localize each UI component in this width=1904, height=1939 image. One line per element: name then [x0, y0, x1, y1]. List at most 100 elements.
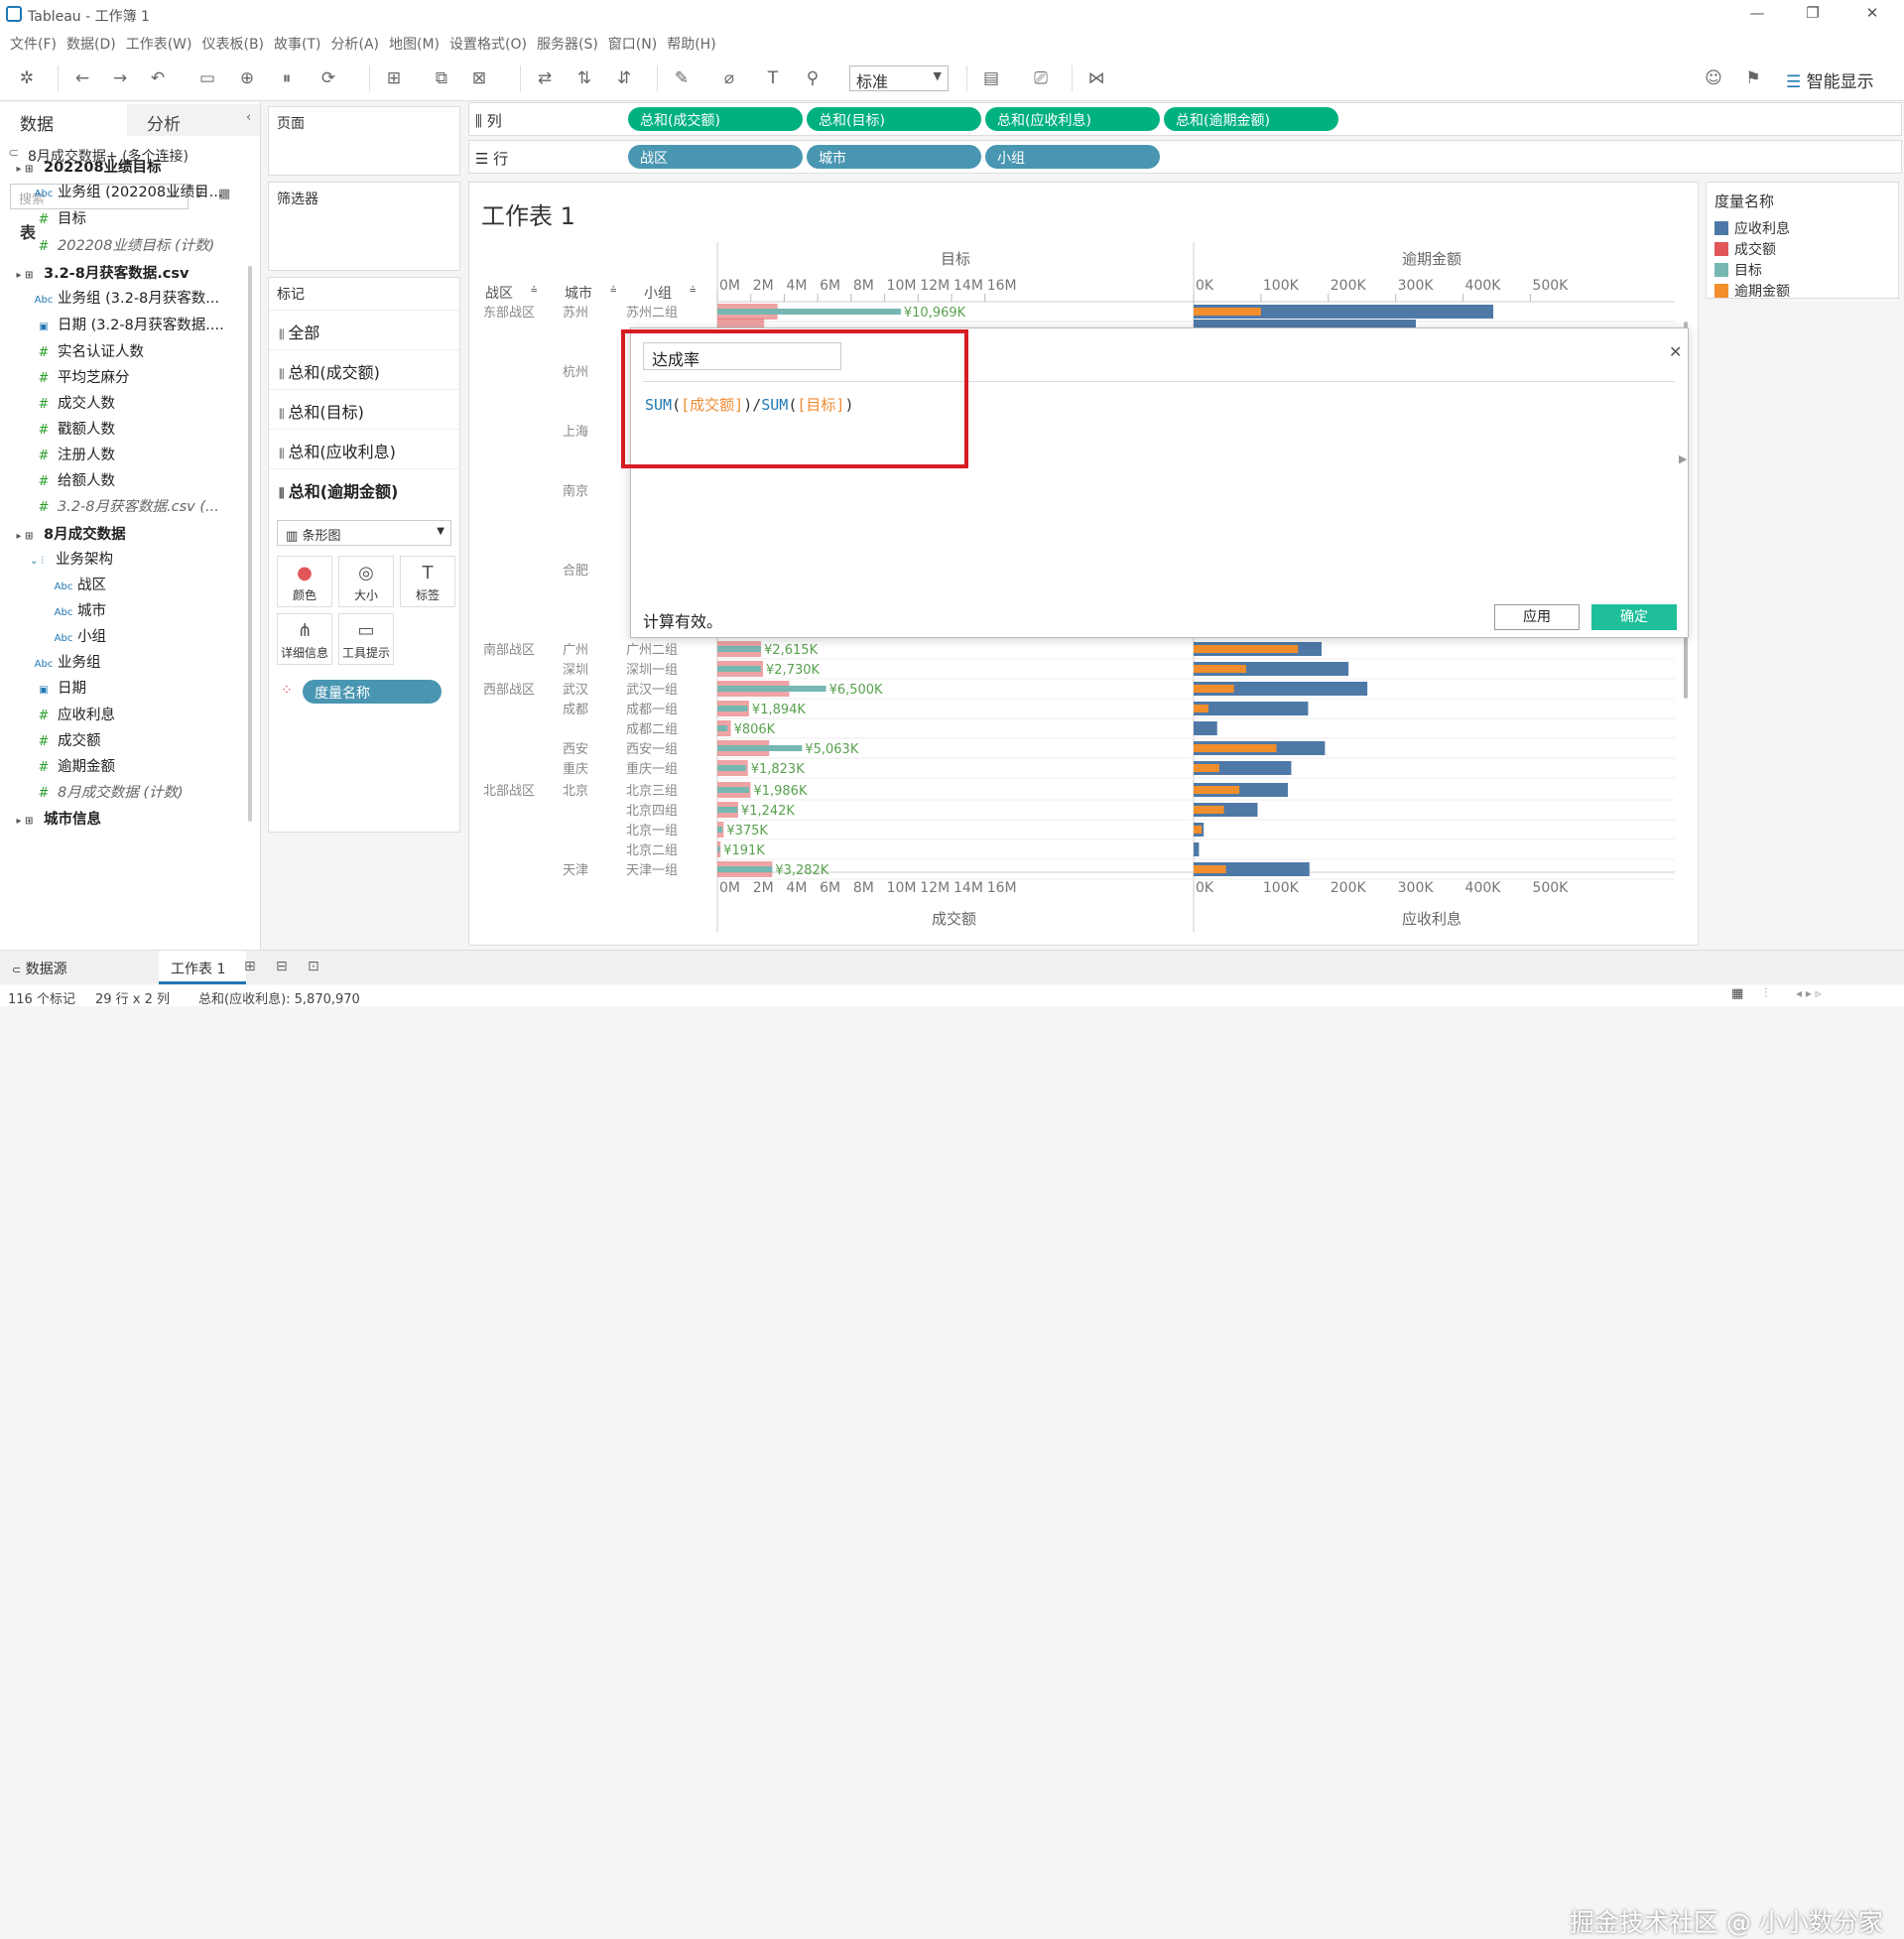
- field-item[interactable]: # 逾期金额: [34, 755, 115, 781]
- field-item[interactable]: # 成交人数: [34, 392, 115, 418]
- field-item[interactable]: # 应收利息: [34, 704, 115, 729]
- table-item[interactable]: ▸ ⊞ 3.2-8月获客数据.csv: [10, 262, 190, 288]
- menu-item[interactable]: 数据(D): [66, 34, 116, 54]
- field-item[interactable]: ▣ 日期 (3.2-8月获客数据....: [34, 314, 223, 339]
- filmstrip-icon[interactable]: ⫶: [1764, 986, 1767, 1001]
- collapse-pane-icon[interactable]: ‹: [246, 110, 251, 125]
- expand-arrow-icon[interactable]: ▶: [1679, 452, 1687, 465]
- mark-type-select[interactable]: ▥ 条形图 ▼: [277, 520, 451, 546]
- field-item[interactable]: Abc 战区: [54, 574, 106, 599]
- ask-data-icon[interactable]: ☺: [1701, 65, 1726, 91]
- legend-item[interactable]: 成交额: [1714, 239, 1776, 259]
- menu-item[interactable]: 地图(M): [389, 34, 440, 54]
- pause-update-icon[interactable]: ⏸: [274, 65, 300, 91]
- apply-button[interactable]: 应用: [1494, 604, 1580, 630]
- fit-select[interactable]: 标准 ▼: [849, 65, 949, 91]
- show-labels-icon[interactable]: T: [760, 65, 786, 91]
- menu-item[interactable]: 仪表板(B): [201, 34, 264, 54]
- legend-item[interactable]: 目标: [1714, 260, 1762, 280]
- detail-button[interactable]: ⋔ 详细信息: [277, 613, 332, 665]
- sort-descending-icon[interactable]: ⇵: [611, 65, 637, 91]
- tab-analysis[interactable]: 分析: [127, 104, 260, 136]
- field-item[interactable]: Abc 城市: [54, 599, 106, 625]
- field-item[interactable]: Abc 业务组 (202208业绩目...: [34, 181, 223, 206]
- sort-ascending-icon[interactable]: ⇅: [571, 65, 597, 91]
- table-item[interactable]: ▸ ⊞ 202208业绩目标: [10, 156, 162, 182]
- new-sheet-icon[interactable]: ⊞: [381, 65, 407, 91]
- back-icon[interactable]: ←: [69, 65, 95, 91]
- marks-tab[interactable]: ⫼ 总和(应收利息): [269, 429, 459, 468]
- field-item[interactable]: # 戳额人数: [34, 418, 115, 444]
- table-item[interactable]: ▸ ⊞ 城市信息: [10, 808, 101, 834]
- color-legend[interactable]: 度量名称 应收利息 成交额 目标 逾期金额: [1706, 182, 1899, 301]
- tooltip-button[interactable]: ▭ 工具提示: [338, 613, 394, 665]
- field-item[interactable]: Abc 业务组: [34, 651, 101, 677]
- ok-button[interactable]: 确定: [1591, 604, 1677, 630]
- field-item[interactable]: #8月成交数据 (计数): [34, 781, 184, 807]
- tableau-start-icon[interactable]: ✲: [14, 65, 40, 91]
- field-item[interactable]: #3.2-8月获客数据.csv (...: [34, 495, 219, 521]
- rows-shelf[interactable]: ☰ 行 战区 城市 小组: [468, 140, 1902, 174]
- maximize-icon[interactable]: ❐: [1802, 4, 1824, 22]
- new-datasource-icon[interactable]: ⊕: [234, 65, 260, 91]
- legend-item[interactable]: 应收利息: [1714, 218, 1790, 238]
- marks-tab[interactable]: ⫼ 全部: [269, 310, 459, 349]
- undo-history-icon[interactable]: ↶: [145, 65, 171, 91]
- table-item[interactable]: ▸ ⊞ 8月成交数据: [10, 523, 126, 549]
- column-pill[interactable]: 总和(逾期金额): [1164, 107, 1338, 131]
- clear-sheet-icon[interactable]: ⊠: [466, 65, 492, 91]
- swap-rows-columns-icon[interactable]: ⇄: [532, 65, 558, 91]
- column-pill[interactable]: 总和(成交额): [628, 107, 803, 131]
- pages-card[interactable]: 页面: [268, 106, 460, 176]
- menu-item[interactable]: 窗口(N): [608, 34, 657, 54]
- scrollbar[interactable]: [248, 266, 252, 822]
- menu-item[interactable]: 文件(F): [10, 34, 57, 54]
- highlight-icon[interactable]: ✎: [669, 65, 695, 91]
- field-item[interactable]: # 成交额: [34, 729, 101, 755]
- menu-item[interactable]: 工作表(W): [126, 34, 192, 54]
- menu-item[interactable]: 服务器(S): [537, 34, 598, 54]
- field-item[interactable]: # 平均芝麻分: [34, 366, 130, 392]
- column-pill[interactable]: 总和(应收利息): [985, 107, 1160, 131]
- tab-worksheet-1[interactable]: 工作表 1: [159, 951, 246, 984]
- label-button[interactable]: T 标签: [400, 556, 455, 607]
- row-pill[interactable]: 小组: [985, 145, 1160, 169]
- grid-view-icon[interactable]: ▦: [1731, 986, 1743, 1001]
- column-pill[interactable]: 总和(目标): [807, 107, 981, 131]
- menu-item[interactable]: 设置格式(O): [449, 34, 527, 54]
- pin-axes-icon[interactable]: ⚲: [800, 65, 825, 91]
- close-window-icon[interactable]: ✕: [1861, 4, 1883, 22]
- field-item[interactable]: # 注册人数: [34, 444, 115, 469]
- columns-shelf[interactable]: ⫼ 列 总和(成交额) 总和(目标) 总和(应收利息) 总和(逾期金额): [468, 102, 1902, 136]
- new-story-icon[interactable]: ⊡: [308, 959, 319, 974]
- field-item[interactable]: # 给额人数: [34, 469, 115, 495]
- marks-tab[interactable]: ⫼ 总和(成交额): [269, 349, 459, 389]
- size-button[interactable]: ◎ 大小: [338, 556, 394, 607]
- row-pill[interactable]: 战区: [628, 145, 803, 169]
- refresh-icon[interactable]: ⟳: [316, 65, 341, 91]
- duplicate-sheet-icon[interactable]: ⧉: [429, 65, 454, 91]
- forward-icon[interactable]: →: [107, 65, 133, 91]
- menu-item[interactable]: 帮助(H): [667, 34, 715, 54]
- filters-card[interactable]: 筛选器: [268, 182, 460, 271]
- row-pill[interactable]: 城市: [807, 145, 981, 169]
- field-item[interactable]: # 目标: [34, 207, 86, 233]
- tab-data[interactable]: 数据: [0, 104, 127, 136]
- field-item[interactable]: ▣ 日期: [34, 677, 86, 703]
- field-item[interactable]: Abc 小组: [54, 625, 106, 651]
- smart-show-button[interactable]: ☰ 智能显示: [1786, 67, 1874, 92]
- legend-item[interactable]: 逾期金额: [1714, 281, 1790, 301]
- save-icon[interactable]: ▭: [194, 65, 220, 91]
- nav-arrows-icon[interactable]: ◂ ▸ ▹: [1796, 986, 1822, 1000]
- group-members-icon[interactable]: ⌀: [716, 65, 742, 91]
- marks-tab[interactable]: ⫼ 总和(逾期金额): [269, 468, 459, 508]
- new-worksheet-icon[interactable]: ⊞: [244, 959, 256, 974]
- menu-item[interactable]: 故事(T): [274, 34, 320, 54]
- measure-names-pill[interactable]: 度量名称: [303, 680, 442, 704]
- field-item[interactable]: ⌄ ⫶ 业务架构: [22, 548, 113, 574]
- field-item[interactable]: # 实名认证人数: [34, 340, 144, 366]
- marks-tab[interactable]: ⫼ 总和(目标): [269, 389, 459, 429]
- close-icon[interactable]: ✕: [1669, 342, 1682, 361]
- color-button[interactable]: ● 颜色: [277, 556, 332, 607]
- field-item[interactable]: Abc 业务组 (3.2-8月获客数...: [34, 287, 219, 313]
